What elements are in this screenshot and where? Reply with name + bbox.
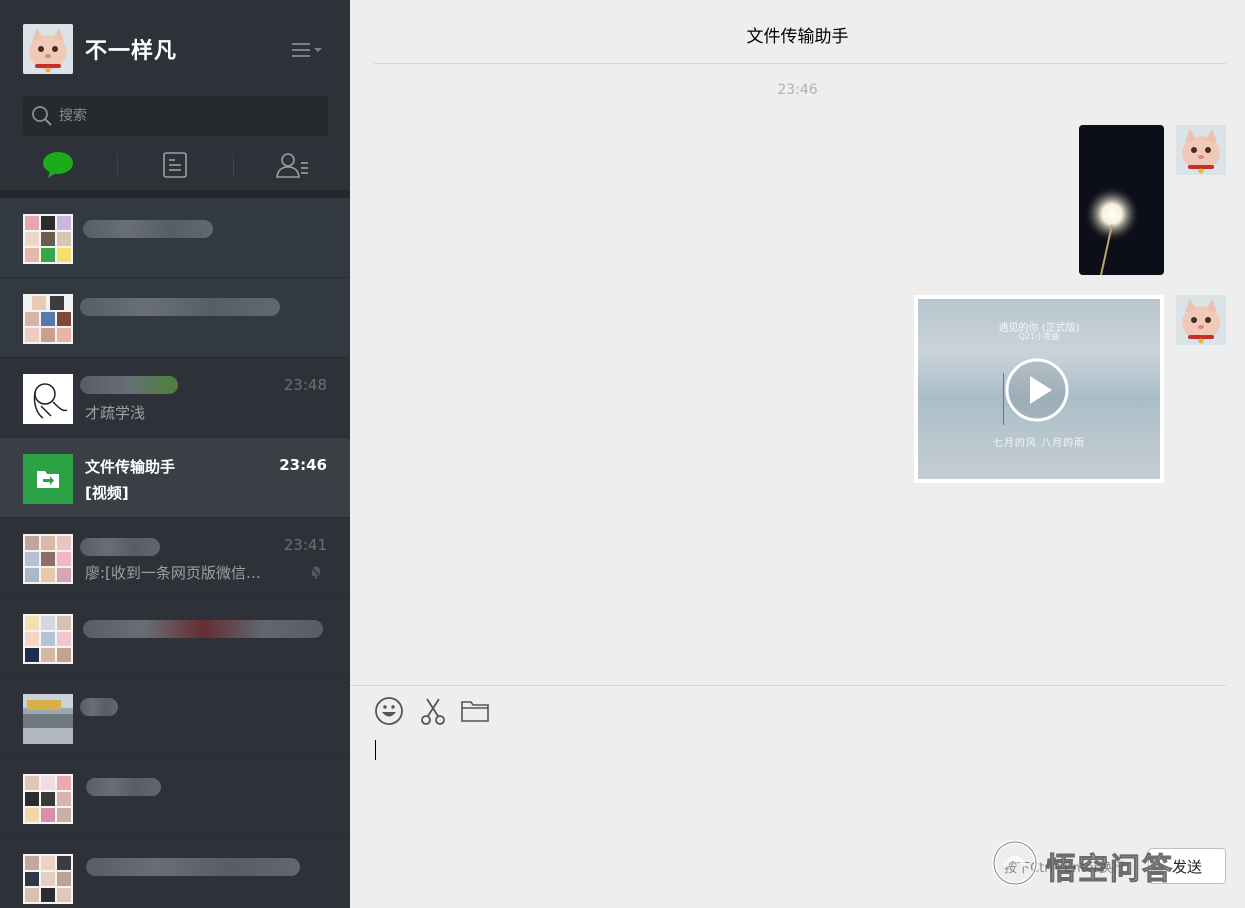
menu-icon[interactable] [290,40,324,60]
chat-time: 23:46 [279,456,327,474]
group-avatar [23,774,73,824]
contact-avatar [23,694,73,744]
profile-name: 不一样凡 [85,39,178,64]
chat-list: 才疏学浅 23:48 文件传输助手 [视频] 23:46 廖:[收到一条网页版微… [0,198,350,908]
folder-arrow-icon [23,454,73,504]
search-input[interactable] [59,96,319,136]
mute-bell-icon [308,564,324,580]
chat-time: 23:41 [283,536,327,554]
nav-divider-bar [0,190,350,198]
composer-divider [350,685,1226,686]
chat-preview: 才疏学浅 [85,404,146,422]
wechat-window: 不一样凡 搜索 才疏学浅 23:48 文件传输助手 [视频] 23:46 廖:[… [0,0,1245,908]
scissors-icon[interactable] [418,696,448,726]
video-card-message[interactable]: 遇见的你 (正式版) Q21小夜曲 七月的风 八月的雨 [914,295,1164,483]
chat-preview: [视频] [85,484,129,502]
group-avatar [23,294,73,344]
chat-list-item[interactable] [0,278,350,358]
video-card-lyric: 七月的风 八月的雨 [992,438,1086,449]
chat-time: 23:48 [283,376,327,394]
blurred-name [86,858,300,876]
send-hint: 按下Ctrl+Enter换行 [1004,861,1125,876]
chat-preview: 廖:[收到一条网页版微信… [85,564,261,582]
search-box [23,96,328,136]
video-card-thumbnail: 遇见的你 (正式版) Q21小夜曲 七月的风 八月的雨 [918,299,1160,479]
tab-chats[interactable] [38,148,78,182]
group-avatar [23,854,73,904]
chat-list-item[interactable] [0,838,350,908]
search-icon [31,105,53,127]
chat-bubble-icon [43,152,73,178]
my-avatar[interactable] [1176,295,1226,345]
blurred-name [80,698,118,716]
send-button[interactable]: 发送 [1148,848,1226,884]
video-card-subtitle: Q21小夜曲 [1018,332,1060,341]
group-avatar [23,534,73,584]
folder-icon[interactable] [460,696,490,726]
file-transfer-avatar [23,454,73,504]
contacts-icon [276,153,308,178]
blurred-name [80,298,280,316]
chat-list-item[interactable] [0,678,350,758]
article-icon [163,152,187,178]
chat-list-item[interactable] [0,598,350,678]
chat-list-item[interactable]: 廖:[收到一条网页版微信… 23:41 [0,518,350,598]
nav-divider [117,154,118,176]
emoji-icon[interactable] [374,696,404,726]
video-progress-line [1003,373,1004,425]
message-timestamp: 23:46 [777,82,818,98]
header-divider [374,63,1226,64]
blurred-name [80,538,160,556]
chat-list-item[interactable] [0,758,350,838]
chat-list-item[interactable]: 才疏学浅 23:48 [0,358,350,438]
chat-panel: 文件传输助手 23:46 遇见的你 (正式版) Q21小夜曲 七月的风 八月的雨… [350,0,1245,908]
profile-avatar[interactable] [23,24,73,74]
contact-avatar [23,374,73,424]
blurred-name [83,220,213,238]
group-avatar [23,614,73,664]
chat-list-item[interactable] [0,198,350,278]
sidebar-nav [0,140,350,190]
my-avatar[interactable] [1176,125,1226,175]
blurred-name [80,376,178,394]
chat-name: 文件传输助手 [85,458,176,476]
nav-divider [233,154,234,176]
blurred-name [86,778,161,796]
video-message[interactable] [1079,125,1164,275]
play-icon[interactable] [1005,358,1069,422]
blurred-name [83,620,323,638]
sidebar: 不一样凡 搜索 才疏学浅 23:48 文件传输助手 [视频] 23:46 廖:[… [0,0,350,908]
message-input[interactable] [374,738,1224,838]
group-avatar [23,214,73,264]
chat-list-item-file-transfer[interactable]: 文件传输助手 [视频] 23:46 [0,438,350,518]
tab-contacts[interactable] [272,148,312,182]
profile-header: 不一样凡 [0,0,350,96]
chat-title[interactable]: 文件传输助手 [350,22,1245,47]
tab-articles[interactable] [155,148,195,182]
